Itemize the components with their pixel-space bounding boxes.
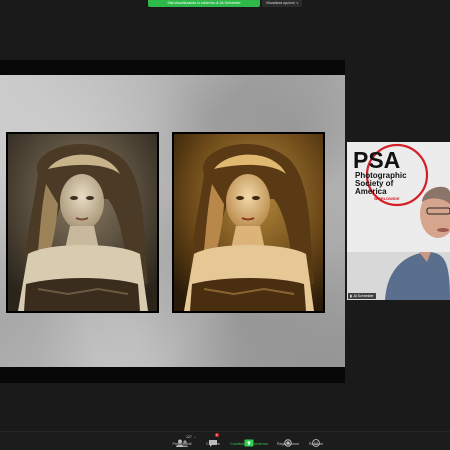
speaker-video: PSA Photographic Society of America WORL… (347, 142, 450, 300)
participants-count: 127 (186, 435, 192, 439)
chat-bubble-icon: 1 (202, 433, 224, 447)
chevron-down-icon: ▾ (296, 1, 299, 5)
psa-logo-text: PSA (353, 147, 400, 173)
speaker-video-tile[interactable]: PSA Photographic Society of America WORL… (347, 142, 450, 300)
view-options-label: Visualizza opzioni (266, 1, 295, 5)
photo-painted-version (172, 132, 325, 313)
portrait-image-right (174, 134, 323, 311)
meeting-toolbar: 127 ^ Partecipanti 1 Chattare Condivider… (0, 431, 450, 450)
psa-logo-line4: WORLDWIDE (374, 196, 400, 201)
share-screen-icon (226, 434, 272, 447)
people-icon (167, 434, 197, 447)
participant-name: JA Schneider (352, 294, 374, 298)
view-options-button[interactable]: Visualizza opzioni ▾ (262, 0, 302, 7)
participants-button[interactable]: 127 ^ Partecipanti (167, 434, 197, 447)
screen-share-banner-text: Stai visualizzando lo schermo di JA Schn… (167, 1, 241, 5)
reactions-button[interactable]: Reazioni (305, 434, 327, 447)
record-icon (274, 434, 302, 447)
microphone-icon: ▮ (350, 294, 352, 298)
photo-sepia-original (6, 132, 159, 313)
chat-unread-badge: 1 (215, 433, 219, 437)
chevron-up-icon[interactable]: ^ (194, 436, 196, 440)
psa-logo-line3: America (355, 187, 387, 196)
smiley-icon (305, 434, 327, 447)
record-button[interactable]: Registrazione (274, 434, 302, 447)
portrait-image-left (8, 134, 157, 311)
chat-button[interactable]: 1 Chattare (202, 433, 224, 447)
screen-share-banner[interactable]: Stai visualizzando lo schermo di JA Schn… (148, 0, 260, 7)
participant-name-tag: ▮ JA Schneider (348, 293, 376, 299)
share-screen-button[interactable]: Condividere lo schermo (226, 434, 272, 447)
